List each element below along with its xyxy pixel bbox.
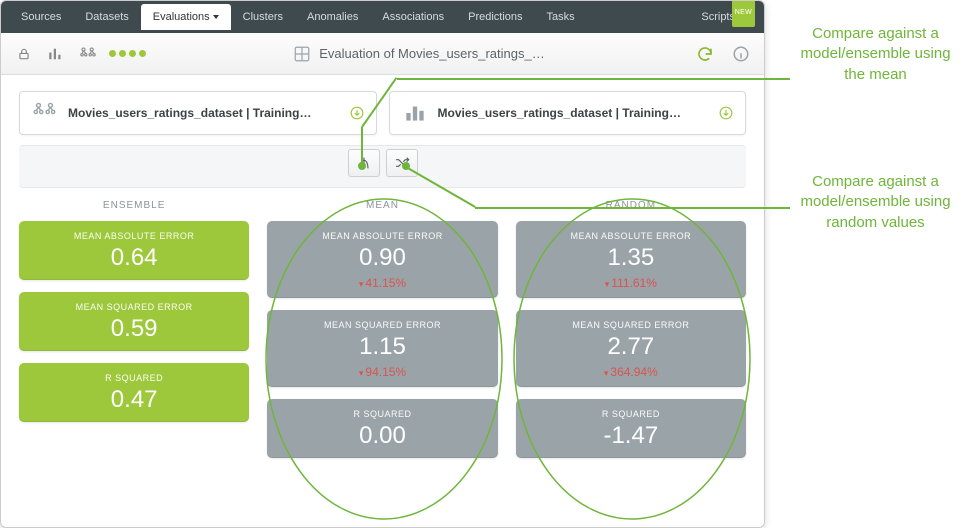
metric-value: 0.47 (19, 386, 249, 414)
toolbar: Evaluation of Movies_users_ratings_… (1, 33, 764, 75)
down-arrow-icon (350, 106, 364, 120)
top-nav: Sources Datasets Evaluations Clusters An… (1, 1, 764, 33)
metric-value: 2.77 (516, 333, 746, 361)
page-title-text: Evaluation of Movies_users_ratings_… (319, 46, 544, 61)
metric-delta: 364.94% (516, 365, 746, 379)
ensemble-mse-card: MEAN SQUARED ERROR 0.59 (19, 292, 249, 351)
mean-r2-card: R SQUARED 0.00 (267, 399, 497, 458)
metric-delta: 94.15% (267, 365, 497, 379)
metrics-columns: ENSEMBLE MEAN ABSOLUTE ERROR 0.64 MEAN S… (1, 188, 764, 488)
barchart-icon[interactable] (43, 41, 69, 67)
annotation-mean: Compare against a model/ensemble using t… (788, 24, 963, 85)
metric-delta: 41.15% (267, 276, 497, 290)
metric-value: 0.64 (19, 244, 249, 272)
annotation-random: Compare against a model/ensemble using r… (788, 172, 963, 233)
metric-value: 1.15 (267, 333, 497, 361)
nav-scripts[interactable]: Scripts NEW (689, 4, 756, 30)
nav-scripts-label: Scripts (701, 11, 735, 23)
ensemble-column: ENSEMBLE MEAN ABSOLUTE ERROR 0.64 MEAN S… (19, 194, 249, 470)
ensemble-header: ENSEMBLE (19, 194, 249, 221)
nav-clusters[interactable]: Clusters (231, 4, 295, 30)
metric-value: 1.35 (516, 244, 746, 272)
ensemble-icon[interactable] (75, 41, 101, 67)
metric-label: MEAN SQUARED ERROR (19, 302, 249, 312)
metric-value: 0.00 (267, 422, 497, 450)
metric-label: MEAN ABSOLUTE ERROR (19, 231, 249, 241)
mean-column: MEAN MEAN ABSOLUTE ERROR 0.90 41.15% MEA… (267, 194, 497, 470)
info-icon[interactable] (728, 41, 754, 67)
metric-label: R SQUARED (267, 409, 497, 419)
mode-toggle (19, 145, 746, 188)
status-dots-icon (109, 50, 146, 57)
random-mode-button[interactable] (386, 149, 418, 177)
refresh-icon[interactable] (692, 41, 718, 67)
down-arrow-icon (719, 106, 733, 120)
metric-label: R SQUARED (19, 373, 249, 383)
evaluation-icon (293, 45, 311, 63)
metric-delta: 111.61% (516, 276, 746, 290)
dataset-right-label: Movies_users_ratings_dataset | Training… (438, 106, 710, 120)
nav-tasks[interactable]: Tasks (535, 4, 587, 30)
nav-datasets[interactable]: Datasets (73, 4, 140, 30)
new-badge: NEW (732, 0, 755, 27)
metric-value: -1.47 (516, 422, 746, 450)
metric-value: 0.90 (267, 244, 497, 272)
histogram-icon (402, 100, 428, 126)
mean-mae-card: MEAN ABSOLUTE ERROR 0.90 41.15% (267, 221, 497, 298)
connector-line (475, 207, 790, 209)
lock-icon[interactable] (11, 41, 37, 67)
random-column: RANDOM MEAN ABSOLUTE ERROR 1.35 111.61% … (516, 194, 746, 470)
metric-label: MEAN SQUARED ERROR (516, 320, 746, 330)
metric-label: R SQUARED (516, 409, 746, 419)
nav-predictions[interactable]: Predictions (456, 4, 534, 30)
random-r2-card: R SQUARED -1.47 (516, 399, 746, 458)
nav-anomalies[interactable]: Anomalies (295, 4, 370, 30)
nav-evaluations[interactable]: Evaluations (141, 4, 231, 30)
chevron-down-icon (213, 15, 219, 19)
random-mae-card: MEAN ABSOLUTE ERROR 1.35 111.61% (516, 221, 746, 298)
ensemble-r2-card: R SQUARED 0.47 (19, 363, 249, 422)
ensemble-tree-icon (32, 100, 58, 126)
metric-value: 0.59 (19, 315, 249, 343)
metric-label: MEAN ABSOLUTE ERROR (267, 231, 497, 241)
metric-label: MEAN ABSOLUTE ERROR (516, 231, 746, 241)
mean-mse-card: MEAN SQUARED ERROR 1.15 94.15% (267, 310, 497, 387)
dataset-card-left[interactable]: Movies_users_ratings_dataset | Training… (19, 91, 377, 135)
dataset-card-right[interactable]: Movies_users_ratings_dataset | Training… (389, 91, 747, 135)
nav-sources[interactable]: Sources (9, 4, 73, 30)
random-mse-card: MEAN SQUARED ERROR 2.77 364.94% (516, 310, 746, 387)
dataset-row: Movies_users_ratings_dataset | Training…… (1, 75, 764, 145)
dataset-left-label: Movies_users_ratings_dataset | Training… (68, 106, 340, 120)
connector-line (361, 127, 363, 167)
nav-associations[interactable]: Associations (370, 4, 456, 30)
ensemble-mae-card: MEAN ABSOLUTE ERROR 0.64 (19, 221, 249, 280)
metric-label: MEAN SQUARED ERROR (267, 320, 497, 330)
nav-evaluations-label: Evaluations (153, 11, 210, 23)
page-title: Evaluation of Movies_users_ratings_… (152, 45, 686, 63)
connector-line (397, 78, 790, 80)
